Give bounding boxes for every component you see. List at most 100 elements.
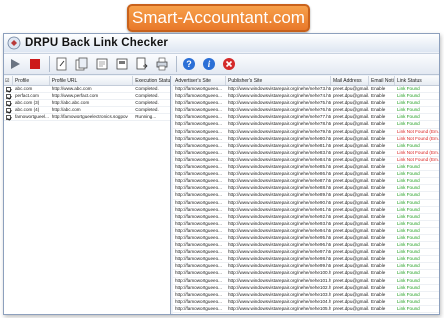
link-status: Link Found (397, 277, 420, 283)
profile-checkbox[interactable] (6, 87, 11, 92)
column-header-profile-url[interactable]: Profile URL (50, 76, 134, 85)
mail-address: preet.dpu@gmail... (333, 305, 369, 311)
result-row[interactable]: http://famowortgueeo... http://www.window… (173, 207, 439, 214)
result-row[interactable]: http://famowortgueeo... http://www.window… (173, 249, 439, 257)
profile-row[interactable]: abc.com (4) http://abc.com Completed. (4, 107, 170, 115)
result-row[interactable]: http://famowortgueeo... http://www.window… (173, 107, 439, 115)
stop-button-icon[interactable] (26, 55, 44, 73)
export-icon[interactable] (133, 55, 151, 73)
advertiser-site: http://famowortgueeo... (175, 93, 222, 99)
toolbar-separator (176, 56, 177, 72)
result-row[interactable]: http://famowortgueeo... http://www.window… (173, 256, 439, 264)
about-icon[interactable]: i (200, 55, 218, 73)
open-file-icon[interactable] (93, 55, 111, 73)
link-status: Link Found (397, 86, 420, 91)
result-row[interactable]: http://famowortgueeo... http://www.window… (173, 150, 439, 157)
result-row[interactable]: http://famowortgueeo... http://www.window… (173, 235, 439, 243)
publisher-site: http://www.windowsvistarepair.org/nehe/n… (228, 107, 331, 113)
publisher-site: http://www.windowsvistarepair.org/nehe/n… (228, 242, 331, 248)
advertiser-site: http://famowortgueeo... (175, 86, 222, 91)
advertiser-site: http://famowortgueeo... (175, 156, 222, 162)
publisher-site: http://www.windowsvistarepair.org/nehe/n… (228, 135, 331, 141)
publisher-site: http://www.windowsvistarepair.org/nehe/n… (228, 185, 331, 191)
result-row[interactable]: http://famowortgueeo... http://www.window… (173, 270, 439, 278)
result-row[interactable]: http://famowortgueeo... http://www.window… (173, 100, 439, 108)
column-header-profile[interactable]: Profile (13, 76, 50, 85)
result-row[interactable]: http://famowortgueeo... http://www.window… (173, 199, 439, 207)
profile-row[interactable]: famowortgueel... http://famowortgueelectr… (4, 114, 170, 122)
email-notification: Enable (371, 199, 386, 205)
add-url-icon[interactable] (53, 55, 71, 73)
advertiser-site: http://famowortgueeo... (175, 256, 222, 262)
toolbar: ? i (4, 53, 439, 75)
profile-row[interactable]: abc.com http://www.abc.com Completed. (4, 86, 170, 94)
link-status: Link Found (397, 142, 420, 148)
execution-status: Completed. (135, 100, 159, 106)
app-title: DRPU Back Link Checker (25, 37, 169, 49)
advertiser-site: http://famowortgueeo... (175, 164, 222, 170)
result-row[interactable]: http://famowortgueeo... http://www.window… (173, 291, 439, 299)
result-row[interactable]: http://famowortgueeo... http://www.window… (173, 185, 439, 193)
publisher-site: http://www.windowsvistarepair.org/nehe/n… (228, 178, 331, 184)
link-status: Link Found (397, 270, 420, 276)
publisher-site: http://www.windowsvistarepair.org/nehe/n… (228, 227, 331, 233)
result-row[interactable]: http://famowortgueeo... http://www.window… (173, 227, 439, 235)
link-status: Link Not Found (Em... (397, 156, 440, 162)
result-row[interactable]: http://famowortgueeo... http://www.window… (173, 93, 439, 101)
result-row[interactable]: http://famowortgueeo... http://www.window… (173, 135, 439, 143)
app-logo-icon (7, 36, 21, 50)
column-header-mail[interactable]: Mail Address (331, 76, 369, 85)
link-status: Link Found (397, 185, 420, 191)
publisher-site: http://www.windowsvistarepair.org/nehe/n… (228, 213, 331, 219)
publisher-site: http://www.windowsvistarepair.org/nehe/n… (228, 249, 331, 255)
profile-checkbox[interactable] (6, 115, 11, 121)
play-button-icon[interactable] (6, 55, 24, 73)
publisher-site: http://www.windowsvistarepair.org/nehe/n… (228, 86, 331, 91)
result-row[interactable]: http://famowortgueeo... http://www.window… (173, 299, 439, 306)
advertiser-site: http://famowortgueeo... (175, 227, 222, 233)
result-row[interactable]: http://famowortgueeo... http://www.window… (173, 213, 439, 221)
result-row[interactable]: http://famowortgueeo... http://www.window… (173, 285, 439, 292)
result-row[interactable]: http://famowortgueeo... http://www.window… (173, 221, 439, 228)
result-row[interactable]: http://famowortgueeo... http://www.window… (173, 129, 439, 136)
profile-rows: abc.com http://www.abc.com Completed. perfa… (4, 86, 170, 122)
save-icon[interactable] (113, 55, 131, 73)
result-row[interactable]: http://famowortgueeo... http://www.window… (173, 242, 439, 250)
help-icon[interactable]: ? (180, 55, 198, 73)
print-icon[interactable] (153, 55, 171, 73)
result-row[interactable]: http://famowortgueeo... http://www.window… (173, 121, 439, 129)
email-notification: Enable (371, 305, 386, 311)
profile-checkbox[interactable] (6, 101, 11, 107)
result-row[interactable]: http://famowortgueeo... http://www.window… (173, 277, 439, 285)
result-row[interactable]: http://famowortgueeo... http://www.window… (173, 114, 439, 122)
result-row[interactable]: http://famowortgueeo... http://www.window… (173, 142, 439, 150)
profile-row[interactable]: perfact.com http://www.perfact.com Complet… (4, 93, 170, 101)
title-bar: DRPU Back Link Checker (4, 34, 439, 52)
column-header-email-notify[interactable]: Email Noti... (369, 76, 395, 85)
result-row[interactable]: http://famowortgueeo... http://www.window… (173, 156, 440, 165)
profile-row[interactable]: abc.com (3) http://abc.abc.com Completed. (4, 100, 170, 108)
mail-address: preet.dpu@gmail... (333, 93, 369, 99)
result-row[interactable]: http://famowortgueeo... http://www.window… (173, 305, 439, 313)
mail-address: preet.dpu@gmail... (333, 156, 369, 162)
column-header-execution-status[interactable]: Execution Status (133, 76, 170, 85)
mail-address: preet.dpu@gmail... (333, 291, 369, 297)
exit-icon[interactable] (220, 55, 238, 73)
mail-address: preet.dpu@gmail... (333, 227, 369, 233)
link-status: Link Found (397, 178, 420, 184)
publisher-site: http://www.windowsvistarepair.org/nehe/n… (228, 291, 331, 297)
column-header-advertiser[interactable]: Advertiser's Site (173, 76, 226, 85)
column-header-publisher[interactable]: Publisher's Site (226, 76, 331, 85)
result-row[interactable]: http://famowortgueeo... http://www.window… (173, 86, 439, 94)
result-row[interactable]: http://famowortgueeo... http://www.window… (173, 178, 439, 186)
result-row[interactable]: http://famowortgueeo... http://www.window… (173, 171, 439, 179)
result-row[interactable]: http://famowortgueeo... http://www.window… (173, 192, 439, 200)
copy-icon[interactable] (73, 55, 91, 73)
result-row[interactable]: http://famowortgueeo... http://www.window… (173, 164, 439, 172)
select-all-checkbox[interactable]: ☑ (4, 76, 13, 85)
profile-checkbox[interactable] (6, 108, 11, 114)
profile-checkbox[interactable] (6, 94, 11, 100)
advertiser-site: http://famowortgueeo... (175, 192, 222, 198)
result-row[interactable]: http://famowortgueeo... http://www.window… (173, 263, 439, 271)
column-header-link-status[interactable]: Link Status (395, 76, 439, 85)
